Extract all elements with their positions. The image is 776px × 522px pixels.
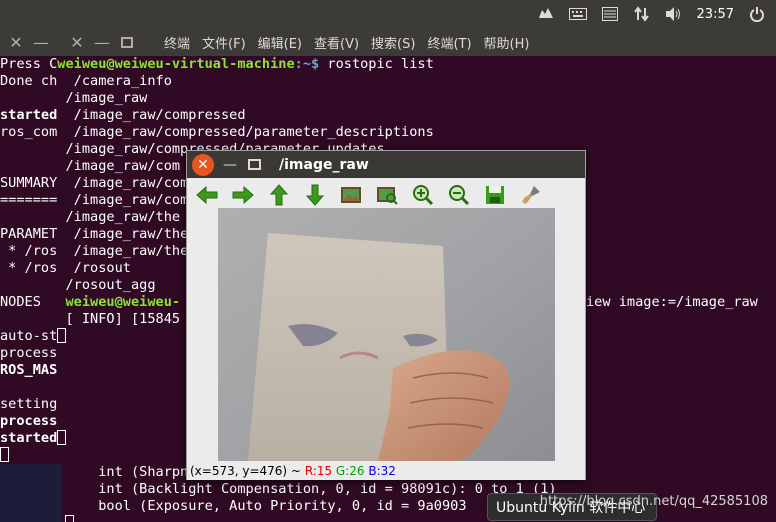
terminal-line: started /image_raw/compressed (0, 107, 776, 124)
network-updown-icon[interactable] (633, 6, 651, 22)
camera-image[interactable] (218, 208, 555, 461)
image-view-window: ✕ — /image_raw (x=573, y=476) ~ R:15 G:2… (186, 150, 586, 480)
topic-item: /image_raw/compressed (73, 107, 246, 123)
maximize-icon[interactable] (248, 159, 261, 170)
menu-help[interactable]: 帮助(H) (484, 33, 530, 52)
image-view-titlebar: ✕ — /image_raw (187, 151, 585, 178)
menu-terminal-app[interactable]: 终端 (164, 33, 190, 52)
cursor-coords: (x=573, y=476) ~ (190, 464, 301, 478)
topic-item: /image_raw (65, 90, 148, 106)
prompt-user: weiweu@weiweu-virtual-machine (57, 56, 295, 72)
terminal-text: iew image:=/image_raw (586, 294, 758, 310)
topic-item: /rosout (73, 260, 131, 276)
terminal-text: ROS_MAS (0, 362, 58, 378)
watermark: https://blog.csdn.net/qq_42585108 (539, 494, 768, 509)
terminal-text: * /ros (0, 260, 66, 276)
image-view-icon[interactable] (369, 182, 405, 208)
minimize-icon[interactable]: — (93, 33, 111, 52)
maximize-icon[interactable] (118, 33, 136, 51)
terminal-text: auto-st (0, 328, 58, 344)
brush-icon[interactable] (513, 182, 549, 208)
power-icon[interactable] (748, 6, 766, 22)
topic-item: /camera_info (73, 73, 172, 89)
forward-arrow-icon[interactable] (225, 182, 261, 208)
terminal-text: started (0, 107, 66, 123)
keyboard-icon[interactable] (568, 6, 587, 22)
terminal-text: ros_com (0, 124, 66, 140)
menu-terminal[interactable]: 终端(T) (427, 33, 471, 52)
topic-item: /image_raw/the (65, 209, 181, 225)
close-icon[interactable]: ✕ (192, 153, 214, 176)
terminal-text: setting (0, 396, 58, 412)
minimize-icon[interactable]: — (32, 33, 50, 52)
down-arrow-icon[interactable] (297, 182, 333, 208)
terminal-line: Done ch /camera_info (0, 73, 776, 90)
terminal-text: PARAMET (0, 226, 66, 242)
close-icon[interactable]: ✕ (7, 33, 25, 52)
terminal-text: [ INFO] [15845 (65, 311, 181, 327)
menu-search[interactable]: 搜索(S) (371, 33, 415, 52)
menu-view[interactable]: 查看(V) (314, 33, 359, 52)
terminal-cursor (57, 328, 67, 343)
red-value: R:15 (304, 464, 333, 478)
terminal-line (0, 515, 776, 522)
blue-value: B:32 (368, 464, 396, 478)
terminal-cursor (0, 447, 9, 462)
terminal-text: NODES (0, 294, 41, 310)
menu-edit[interactable]: 编辑(E) (258, 33, 302, 52)
pixel-status-bar: (x=573, y=476) ~ R:15 G:26 B:32 (187, 463, 585, 480)
topic-item: /rosout_agg (65, 277, 156, 293)
prompt-path: :~$ (294, 56, 320, 72)
terminal-line: ros_com /image_raw/compressed/parameter_… (0, 124, 776, 141)
terminal-menubar: 终端 文件(F) 编辑(E) 查看(V) 搜索(S) 终端(T) 帮助(H) (164, 33, 529, 52)
prompt-command: rostopic list (319, 56, 434, 72)
terminal-text: Press C (0, 56, 58, 72)
prompt-user: weiweu@weiweu- (65, 294, 181, 310)
back-arrow-icon[interactable] (189, 182, 225, 208)
topic-item: /image_raw/the (73, 226, 189, 242)
system-tray: 23:57 (537, 0, 766, 28)
terminal-text: ======= (0, 192, 66, 208)
topic-item: /image_raw/the (73, 243, 189, 259)
terminal-text: Done ch (0, 73, 66, 89)
terminal-cursor (57, 430, 67, 445)
up-arrow-icon[interactable] (261, 182, 297, 208)
terminal-text: SUMMARY (0, 175, 66, 191)
minimize-icon[interactable]: — (222, 157, 238, 173)
indicator-kylin-icon[interactable] (537, 6, 555, 22)
terminal-line: Press Cweiweu@weiweu-virtual-machine:~$ … (0, 56, 776, 73)
terminal-text: * /ros (0, 243, 66, 259)
green-value: G:26 (335, 464, 365, 478)
save-icon[interactable] (477, 182, 513, 208)
terminal-text: started (0, 430, 58, 446)
terminal-text: int (Sharpne (98, 464, 197, 480)
image-view-toolbar (189, 181, 583, 209)
topic-item: /image_raw/com (73, 175, 189, 191)
clock[interactable]: 23:57 (697, 7, 734, 22)
top-panel: 23:57 (0, 0, 776, 28)
zoom-out-icon[interactable] (441, 182, 477, 208)
topic-item: /image_raw/com (65, 158, 181, 174)
topic-item: /image_raw/compressed/parameter_descript… (73, 124, 434, 140)
mail-icon[interactable] (601, 6, 619, 22)
terminal-titlebar: ✕ — ✕ — 终端 文件(F) 编辑(E) 查看(V) 搜索(S) 终端(T)… (0, 28, 776, 56)
terminal-text: process (0, 413, 58, 429)
image-fit-icon[interactable] (333, 182, 369, 208)
launcher-strip (0, 464, 62, 522)
close-icon[interactable]: ✕ (68, 33, 86, 52)
topic-item: /image_raw/com (73, 192, 189, 208)
menu-file[interactable]: 文件(F) (202, 33, 246, 52)
window-title: /image_raw (279, 156, 369, 173)
terminal-cursor (65, 515, 75, 522)
zoom-in-icon[interactable] (405, 182, 441, 208)
volume-icon[interactable] (665, 6, 683, 22)
terminal-text: process (0, 345, 58, 361)
terminal-text: bool (Exposure, Auto Priority, 0, id = 9… (98, 498, 467, 514)
terminal-line: /image_raw (0, 90, 776, 107)
